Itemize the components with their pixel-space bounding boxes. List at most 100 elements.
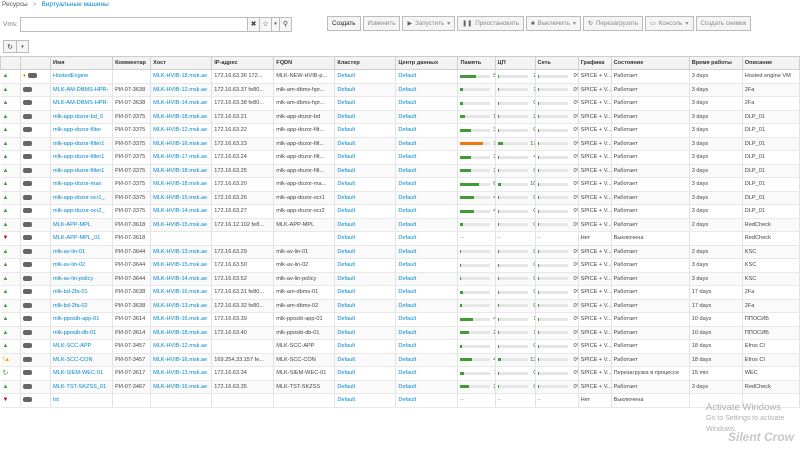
vm-host[interactable]: MLK-HVIB-13.msk.ae <box>150 366 213 381</box>
vm-datacenter[interactable]: Default <box>395 137 459 151</box>
refresh-button[interactable]: ↻ <box>3 40 17 53</box>
vm-datacenter[interactable]: Default <box>395 380 459 394</box>
vm-cluster[interactable]: Default <box>334 299 397 313</box>
vm-host[interactable]: MLK-HVIB-18.msk.ae <box>150 326 213 340</box>
vm-host[interactable] <box>150 231 213 246</box>
vm-name[interactable]: MLK-SCC-CON <box>50 353 114 367</box>
table-row[interactable]: ▲ mlk-bd-2fa-02 РИ-07-3638 MLK-HVIB-13.msk.… <box>0 299 800 313</box>
vm-name[interactable]: mlk-app-dozor-ocr1_ <box>50 191 114 205</box>
vm-host[interactable]: MLK-HVIB-15.msk.ae <box>150 258 213 273</box>
table-row[interactable]: ▼ txt Default Default – – – Нет Выключена <box>0 393 800 408</box>
vm-cluster[interactable]: Default <box>334 258 397 273</box>
create-button[interactable]: Создать <box>327 16 361 31</box>
vm-cluster[interactable]: Default <box>334 353 397 367</box>
vm-datacenter[interactable]: Default <box>395 191 459 205</box>
vm-datacenter[interactable]: Default <box>395 299 459 313</box>
vm-cluster[interactable]: Default <box>334 137 397 151</box>
table-row[interactable]: ▲ mlk-app-dozor-ocr1_ РИ-07-3375 MLK-HVIB-1… <box>0 191 800 205</box>
vm-name[interactable]: MLK-APP-MPL_01 <box>50 231 114 246</box>
vm-datacenter[interactable]: Default <box>395 326 459 340</box>
vm-cluster[interactable]: Default <box>334 150 397 165</box>
vm-name[interactable]: mlk-bd-2fa-02 <box>50 299 114 313</box>
vm-cluster[interactable]: Default <box>334 380 397 394</box>
vm-host[interactable]: MLK-HVIB-18.msk.ae <box>150 110 213 124</box>
table-row[interactable]: ▲ mlk-app-dozor-filter1 РИ-07-3375 MLK-HVIB… <box>0 150 800 165</box>
vm-datacenter[interactable]: Default <box>395 164 459 178</box>
clear-search-button[interactable]: ✖ <box>248 16 260 32</box>
table-row[interactable]: ▲ MLK-AM-DBMS-HPR- РИ-07-3638 MLK-HVIB-14.m… <box>0 96 800 111</box>
snapshot-button[interactable]: Создать снимок <box>695 16 752 31</box>
column-header[interactable]: Комментар <box>112 56 152 70</box>
vm-cluster[interactable]: Default <box>334 339 397 354</box>
vm-name[interactable]: mlk-pposib-db-01 <box>50 326 114 340</box>
vm-name[interactable]: MLK-SCC-APP <box>50 339 114 354</box>
vm-datacenter[interactable]: Default <box>395 204 459 219</box>
vm-name[interactable]: mlk-app-dozor-filter1 <box>50 150 114 165</box>
vm-name[interactable]: mlk-app-dozor-filter <box>50 123 114 138</box>
refresh-interval-dropdown[interactable]: ▾ <box>17 40 29 53</box>
vm-name[interactable]: MLK-AM-DBMS-HPR- <box>50 83 114 97</box>
vm-host[interactable]: MLK-HVIB-13.msk.ae <box>150 245 213 259</box>
table-row[interactable]: ▲ mlk-app-dozor-man РИ-07-3375 MLK-HVIB-18.… <box>0 177 800 192</box>
vm-host[interactable]: MLK-HVIB-16.msk.ae <box>150 137 213 151</box>
vm-host[interactable]: MLK-HVIB-18.msk.ae <box>150 164 213 178</box>
vm-cluster[interactable]: Default <box>334 96 397 111</box>
vm-name[interactable]: mlk-app-dozor-ocr2_ <box>50 204 114 219</box>
console-button[interactable]: ▭ Консоль ▾ <box>644 16 694 31</box>
reboot-button[interactable]: ↻ Перезагрузить <box>582 16 643 31</box>
vm-datacenter[interactable]: Default <box>395 285 459 300</box>
vm-datacenter[interactable]: Default <box>395 312 459 327</box>
shutdown-button[interactable]: ■ Выключить ▾ <box>525 16 581 31</box>
vm-cluster[interactable]: Default <box>334 164 397 178</box>
vm-datacenter[interactable]: Default <box>395 245 459 259</box>
table-row[interactable]: ▲ MLK-APP-MPL РИ-07-3618 MLK-HVIB-15.msk.ae… <box>0 218 800 232</box>
vm-datacenter[interactable]: Default <box>395 218 459 232</box>
column-header[interactable]: Состояние <box>610 56 690 70</box>
search-input[interactable] <box>20 16 248 32</box>
vm-cluster[interactable]: Default <box>334 123 397 138</box>
vm-name[interactable]: mlk-app-dozor-man <box>50 177 114 192</box>
column-header[interactable]: Сеть <box>534 56 579 70</box>
search-button[interactable]: ⚲ <box>280 16 292 32</box>
table-row[interactable]: ▲ mlk-av-lin-02 РИ-07-3644 MLK-HVIB-15.msk.… <box>0 258 800 273</box>
table-row[interactable]: ▲ mlk-pposib-app-01 РИ-07-3614 MLK-HVIB-16.… <box>0 312 800 327</box>
vm-host[interactable]: MLK-HVIB-17.msk.ae <box>150 150 213 165</box>
table-row[interactable]: ▲ mlk-av-lin-policy РИ-07-3644 MLK-HVIB-14.… <box>0 272 800 286</box>
table-row[interactable]: !▲ MLK-SCC-CON РИ-07-3457 MLK-HVIB-16.msk.a… <box>0 353 800 367</box>
column-header[interactable]: Графика <box>577 56 612 70</box>
table-row[interactable]: ▲ MLK-AM-DBMS-HPR- РИ-07-3638 MLK-HVIB-12.m… <box>0 83 800 97</box>
vm-name[interactable]: txt <box>50 393 114 408</box>
vm-cluster[interactable]: Default <box>334 366 397 381</box>
column-header[interactable]: Время работы <box>688 56 743 70</box>
vm-host[interactable]: MLK-HVIB-15.msk.ae <box>150 191 213 205</box>
vm-cluster[interactable]: Default <box>334 69 397 84</box>
column-header[interactable]: Имя <box>50 56 114 70</box>
vm-datacenter[interactable]: Default <box>395 177 459 192</box>
vm-cluster[interactable]: Default <box>334 245 397 259</box>
column-header[interactable]: Хост <box>150 56 213 70</box>
vm-cluster[interactable]: Default <box>334 231 397 246</box>
vm-datacenter[interactable]: Default <box>395 272 459 286</box>
vm-cluster[interactable]: Default <box>334 83 397 97</box>
table-row[interactable]: ▲ ♦ HostedEngine MLK-HVIB-18.msk.ae 172.16.6… <box>0 69 800 84</box>
vm-datacenter[interactable]: Default <box>395 69 459 84</box>
table-row[interactable]: ▲ mlk-av-lin-01 РИ-07-3644 MLK-HVIB-13.msk.… <box>0 245 800 259</box>
breadcrumb-root[interactable]: Ресурсы <box>2 1 28 8</box>
vm-name[interactable]: MLK-AM-DBMS-HPR- <box>50 96 114 111</box>
vm-host[interactable]: MLK-HVIB-16.msk.ae <box>150 380 213 394</box>
vm-name[interactable]: mlk-app-dozor-filter1 <box>50 137 114 151</box>
vm-datacenter[interactable]: Default <box>395 393 459 408</box>
vm-name[interactable]: MLK-SIEM-WEC-01 <box>50 366 114 381</box>
vm-host[interactable] <box>150 393 213 408</box>
vm-name[interactable]: MLK-APP-MPL <box>50 218 114 232</box>
vm-cluster[interactable]: Default <box>334 191 397 205</box>
table-row[interactable]: ▲ mlk-pposib-db-01 РИ-07-3614 MLK-HVIB-18.m… <box>0 326 800 340</box>
column-header[interactable]: Описание <box>741 56 800 70</box>
vm-name[interactable]: MLK-TST-SKZSS_01 <box>50 380 114 394</box>
column-header[interactable]: FQDN <box>273 56 336 70</box>
table-row[interactable]: ▲ MLK-TST-SKZSS_01 РИ-07-3467 MLK-HVIB-16.m… <box>0 380 800 394</box>
vm-datacenter[interactable]: Default <box>395 366 459 381</box>
vm-datacenter[interactable]: Default <box>395 339 459 354</box>
vm-name[interactable]: mlk-app-dozor-bd_0 <box>50 110 114 124</box>
vm-name[interactable]: HostedEngine <box>50 69 114 84</box>
